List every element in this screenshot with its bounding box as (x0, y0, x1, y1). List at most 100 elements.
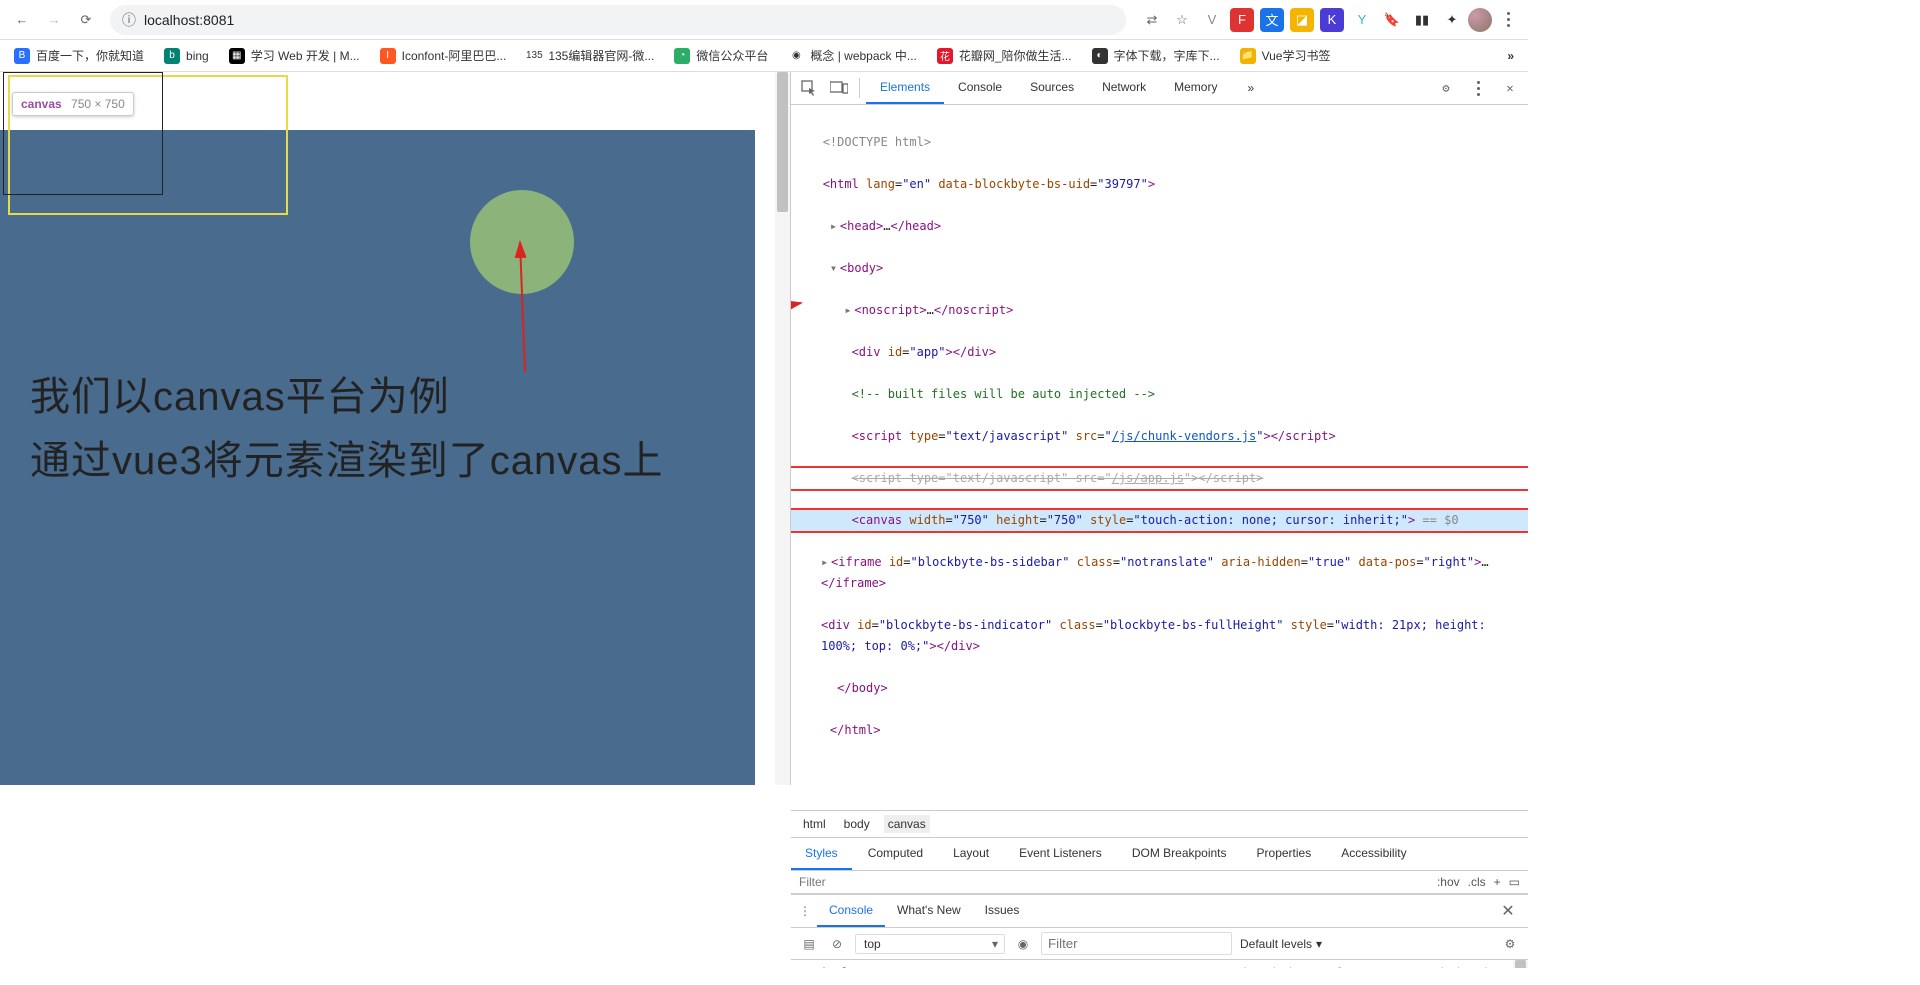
ext-k-icon[interactable]: K (1320, 8, 1344, 32)
bookmark-iconfont[interactable]: IIconfont-阿里巴巴... (374, 43, 513, 68)
hov-toggle[interactable]: :hov (1437, 875, 1460, 889)
profile-avatar[interactable] (1468, 8, 1492, 32)
dom-canvas-selected[interactable]: <canvas width="750" height="750" style="… (791, 510, 1528, 531)
devtools-settings-button[interactable]: ⚙ (1432, 74, 1460, 102)
drawer-tab-issues[interactable]: Issues (973, 895, 1032, 927)
bookmark-webpack[interactable]: ◉概念 | webpack 中... (782, 43, 922, 68)
star-icon[interactable]: ☆ (1170, 8, 1194, 32)
bookmark-huaban[interactable]: 花花瓣网_陪你做生活... (931, 43, 1078, 68)
console-toolbar: ▤ ⊘ top ◉ Default levels ▾ ⚙ (791, 928, 1528, 960)
dom-head[interactable]: ▸<head>…</head> (791, 216, 1528, 237)
bookmark-favicon: ◔ (674, 48, 690, 64)
dom-script-vendors[interactable]: <script type="text/javascript" src="/js/… (791, 426, 1528, 447)
devtools-tab-bar: ElementsConsoleSourcesNetworkMemory » ⚙ … (791, 72, 1528, 105)
drawer-close-button[interactable]: ✕ (1496, 901, 1520, 921)
bookmark-baidu[interactable]: B百度一下，你就知道 (8, 43, 150, 68)
breadcrumb-canvas[interactable]: canvas (884, 815, 930, 833)
console-context-select[interactable]: top (855, 934, 1005, 954)
bookmark-wechat[interactable]: ◔微信公众平台 (668, 43, 774, 68)
dom-div-indicator[interactable]: <div id="blockbyte-bs-indicator" class="… (791, 615, 1528, 657)
ext-y-icon[interactable]: Y (1350, 8, 1374, 32)
console-clear-button[interactable]: ⊘ (827, 934, 847, 954)
dom-body-close[interactable]: </body> (791, 678, 1528, 699)
extension-icons: ⇄☆VF文◪KY🔖▮▮✦ (1140, 8, 1464, 32)
cls-toggle[interactable]: .cls (1468, 875, 1486, 889)
dom-doctype[interactable]: <!DOCTYPE html> (791, 132, 1528, 153)
page-scrollbar[interactable] (775, 72, 790, 785)
device-toolbar-button[interactable] (825, 74, 853, 102)
styles-tab-computed[interactable]: Computed (854, 838, 937, 870)
dom-div-app[interactable]: <div id="app"></div> (791, 342, 1528, 363)
bookmarks-bar: B百度一下，你就知道 bbing ▦学习 Web 开发 | M... IIconfon… (0, 40, 1528, 72)
dom-script-app-struck[interactable]: <script type="text/javascript" src="/js/… (791, 468, 1528, 489)
bookmark-label: 概念 | webpack 中... (810, 47, 916, 64)
devtools-tab-elements[interactable]: Elements (866, 72, 944, 104)
console-sidebar-toggle[interactable]: ▤ (799, 934, 819, 954)
bookmark-font[interactable]: ◐字体下载，字库下... (1086, 43, 1226, 68)
console-level-select[interactable]: Default levels ▾ (1240, 937, 1322, 951)
inspect-element-button[interactable] (795, 74, 823, 102)
styles-tab-styles[interactable]: Styles (791, 838, 852, 870)
drawer-tab-console[interactable]: Console (817, 895, 885, 927)
devtools-tab-network[interactable]: Network (1088, 72, 1160, 104)
styles-pane-toggle[interactable]: ▭ (1509, 875, 1520, 889)
translate-icon[interactable]: ⇄ (1140, 8, 1164, 32)
styles-tab-layout[interactable]: Layout (939, 838, 1003, 870)
devtools-tab-memory[interactable]: Memory (1160, 72, 1231, 104)
devtools-tab-console[interactable]: Console (944, 72, 1016, 104)
console-scrollbar[interactable] (1513, 960, 1528, 968)
address-bar[interactable]: ⓘ localhost:8081 (110, 5, 1126, 35)
devtools-drawer: ⋮ ConsoleWhat's NewIssues ✕ ▤ ⊘ top ◉ De… (791, 894, 1528, 895)
new-style-rule-button[interactable]: + (1494, 875, 1501, 889)
nav-back-button[interactable]: ← (8, 6, 36, 34)
styles-tab-accessibility[interactable]: Accessibility (1327, 838, 1420, 870)
ext-block-icon[interactable]: ◪ (1290, 8, 1314, 32)
devtools-panel: ElementsConsoleSourcesNetworkMemory » ⚙ … (790, 72, 1528, 785)
console-live-expr-button[interactable]: ◉ (1013, 934, 1033, 954)
console-row[interactable]: circle webpack-internal:///…-canvas/inde… (791, 964, 1528, 968)
bookmarks-overflow-button[interactable]: » (1501, 45, 1520, 67)
console-settings-button[interactable]: ⚙ (1500, 934, 1520, 954)
elements-dom-tree[interactable]: <!DOCTYPE html> <html lang="en" data-blo… (791, 105, 1528, 810)
nav-reload-button[interactable]: ⟳ (72, 6, 100, 34)
drawer-tab-what-s-new[interactable]: What's New (885, 895, 973, 927)
dom-comment[interactable]: <!-- built files will be auto injected -… (791, 384, 1528, 405)
ext-v-icon[interactable]: V (1200, 8, 1224, 32)
breadcrumb-body[interactable]: body (840, 815, 874, 833)
site-info-icon[interactable]: ⓘ (122, 10, 136, 30)
console-filter-input[interactable] (1041, 932, 1232, 955)
devtools-more-tabs[interactable]: » (1233, 73, 1268, 103)
extensions-icon[interactable]: ✦ (1440, 8, 1464, 32)
ext-block2-icon[interactable]: ▮▮ (1410, 8, 1434, 32)
console-output[interactable]: circle webpack-internal:///…-canvas/inde… (791, 960, 1528, 968)
styles-tab-properties[interactable]: Properties (1243, 838, 1326, 870)
breadcrumb-html[interactable]: html (799, 815, 830, 833)
styles-tab-event-listeners[interactable]: Event Listeners (1005, 838, 1116, 870)
dom-iframe[interactable]: ▸<iframe id="blockbyte-bs-sidebar" class… (791, 552, 1528, 594)
bookmark-favicon: 135 (526, 48, 542, 64)
ext-form-icon[interactable]: F (1230, 8, 1254, 32)
bookmark-label: 百度一下，你就知道 (36, 47, 144, 64)
drawer-handle-icon[interactable]: ⋮ (799, 904, 811, 918)
styles-filter-input[interactable] (799, 875, 1431, 889)
devtools-menu-button[interactable] (1464, 74, 1492, 102)
bookmark-icon[interactable]: 🔖 (1380, 8, 1404, 32)
dom-html-close[interactable]: </html> (791, 720, 1528, 741)
bookmark-bing[interactable]: bbing (158, 44, 215, 68)
bookmark-135[interactable]: 135135编辑器官网-微... (520, 43, 660, 68)
bookmark-favicon: b (164, 48, 180, 64)
bookmark-favicon: 花 (937, 48, 953, 64)
chrome-menu-button[interactable] (1496, 12, 1520, 27)
bookmark-vue[interactable]: 📁Vue学习书签 (1234, 43, 1337, 68)
bookmark-label: Iconfont-阿里巴巴... (402, 47, 507, 64)
bookmark-mdn[interactable]: ▦学习 Web 开发 | M... (223, 43, 366, 68)
dom-noscript[interactable]: ▸<noscript>…</noscript> (791, 300, 1528, 321)
styles-tab-dom-breakpoints[interactable]: DOM Breakpoints (1118, 838, 1241, 870)
dom-html-open[interactable]: <html lang="en" data-blockbyte-bs-uid="3… (791, 174, 1528, 195)
ext-gtrans-icon[interactable]: 文 (1260, 8, 1284, 32)
nav-forward-button[interactable]: → (40, 6, 68, 34)
console-source-link[interactable]: webpack-internal:///…-canvas/index.js:11 (1229, 966, 1518, 968)
devtools-close-button[interactable]: ✕ (1496, 74, 1524, 102)
devtools-tab-sources[interactable]: Sources (1016, 72, 1088, 104)
dom-body-open[interactable]: ▾<body> (791, 258, 1528, 279)
